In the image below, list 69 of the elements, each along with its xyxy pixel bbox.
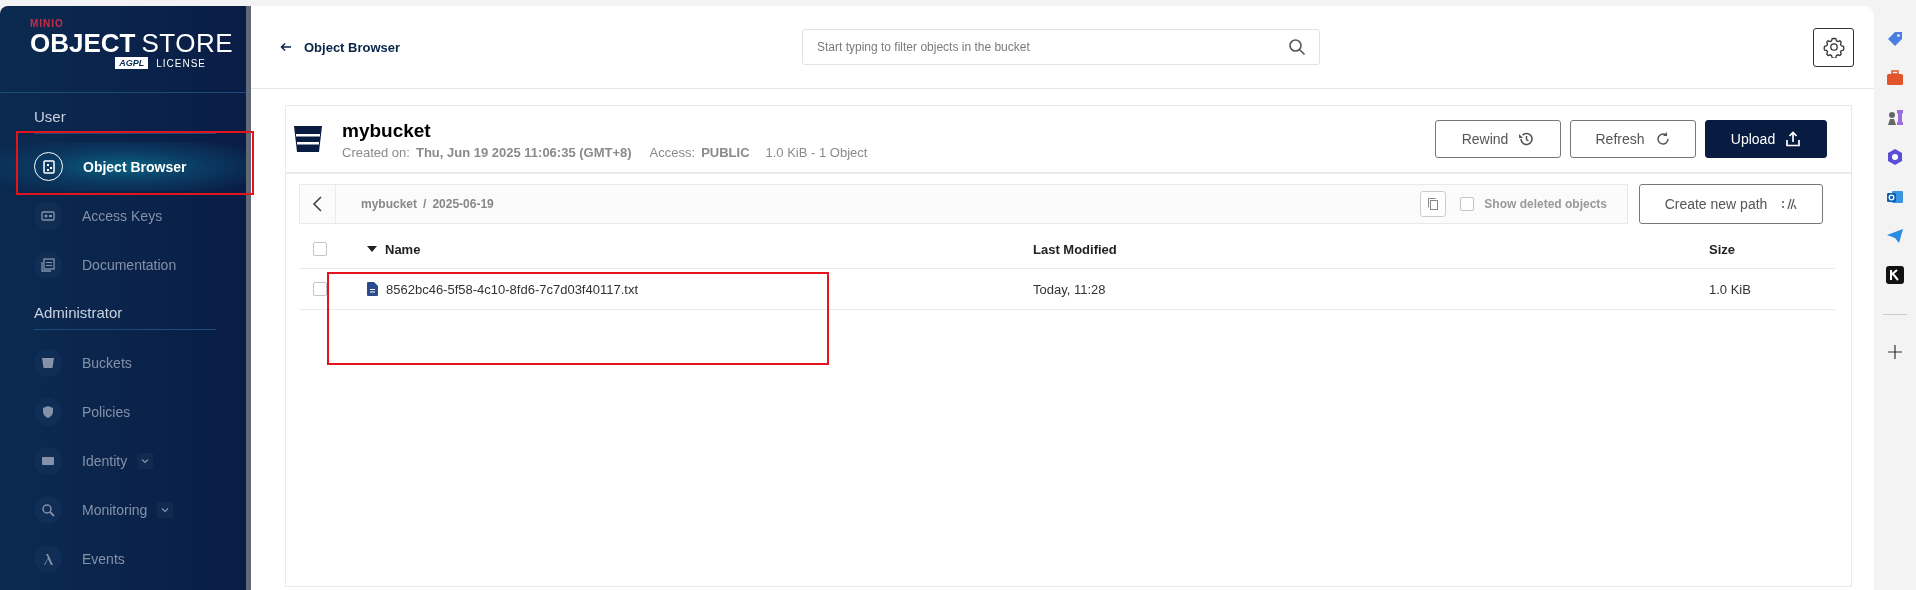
tag-icon [1886, 30, 1904, 48]
section-title: User [34, 107, 67, 127]
rewind-button[interactable]: Rewind [1435, 120, 1561, 158]
breadcrumb-separator: / [423, 197, 427, 211]
license-label: LICENSE [156, 57, 206, 69]
created-date: Thu, Jun 19 2025 11:06:35 (GMT+8) [415, 144, 632, 160]
nav-item[interactable]: Access Keys [0, 191, 246, 240]
settings-button[interactable] [1813, 27, 1854, 67]
settings-icon [1822, 36, 1845, 58]
shield-icon [34, 397, 62, 426]
file-name[interactable]: 8562bc46-5f58-4c10-8fd6-7c7d03f40117.txt [386, 281, 638, 297]
table-cell: Today, 11:28 [1033, 281, 1106, 297]
mail-icon [1886, 188, 1904, 206]
file-icon [367, 282, 378, 296]
upload-icon [1785, 131, 1802, 147]
search-icon [1288, 38, 1306, 56]
nav-item[interactable]: Buckets [0, 338, 246, 387]
nav-item[interactable]: Events [0, 534, 246, 583]
table-cell: 1.0 KiB [1709, 281, 1751, 297]
chevron-down-icon[interactable] [137, 452, 154, 469]
add-icon[interactable] [1888, 345, 1902, 359]
meta-label: Access: [649, 144, 696, 160]
checkbox[interactable] [1460, 197, 1475, 211]
checkbox[interactable] [313, 282, 327, 296]
docs-icon [34, 250, 62, 279]
nav-item[interactable]: Identity [0, 436, 246, 485]
back-link[interactable]: Object Browser [280, 39, 802, 55]
paper-plane-icon [1886, 228, 1904, 244]
upload-button[interactable]: Upload [1705, 120, 1827, 158]
usage-text: 1.0 KiB - 1 Object [765, 144, 868, 160]
column-header[interactable]: Last Modified [1033, 241, 1117, 257]
search-field[interactable]: Start typing to filter objects in the bucket [802, 29, 1320, 65]
toolbox-icon [1886, 70, 1904, 86]
letter-k-icon [1886, 266, 1904, 284]
monitor-icon [34, 495, 62, 524]
copy-button[interactable] [1420, 191, 1447, 217]
license-badge: AGPL [115, 57, 149, 69]
logo-product: OBJECT [30, 29, 136, 57]
chevron-down-icon[interactable] [157, 501, 174, 518]
nav-item[interactable]: Documentation [0, 240, 246, 289]
nav-item[interactable]: Monitoring [0, 485, 246, 534]
create-path-button[interactable]: Create new path [1639, 184, 1823, 224]
bucket-name: mybucket [342, 118, 432, 143]
logo-brand: MINIO [30, 18, 64, 29]
checkbox[interactable] [313, 242, 327, 256]
checkbox-label: Show deleted objects [1484, 197, 1607, 211]
keys-icon [34, 201, 62, 230]
nav-item[interactable]: Object Browser [0, 142, 246, 191]
new-path-icon [1781, 197, 1798, 211]
bucket-icon [34, 348, 62, 377]
refresh-icon [1654, 131, 1671, 147]
nav-item[interactable]: Policies [0, 387, 246, 436]
history-icon [1518, 131, 1535, 147]
meta-label: Created on: [342, 144, 410, 160]
access-value: PUBLIC [701, 144, 750, 160]
back-arrow-icon [280, 42, 292, 52]
hexagon-icon [1886, 148, 1904, 166]
bucket-icon [293, 123, 323, 155]
section-title: Administrator [34, 303, 124, 323]
id-icon [34, 446, 62, 475]
copy-icon [1427, 197, 1440, 211]
column-header[interactable]: Name [385, 241, 421, 257]
column-header[interactable]: Size [1709, 241, 1735, 257]
logo-product: STORE [141, 29, 234, 57]
chevron-left-icon [311, 195, 324, 213]
chess-icon [1886, 108, 1904, 126]
breadcrumb-link[interactable]: 2025-06-19 [432, 197, 494, 211]
refresh-button[interactable]: Refresh [1570, 120, 1696, 158]
lambda-icon [34, 544, 62, 573]
